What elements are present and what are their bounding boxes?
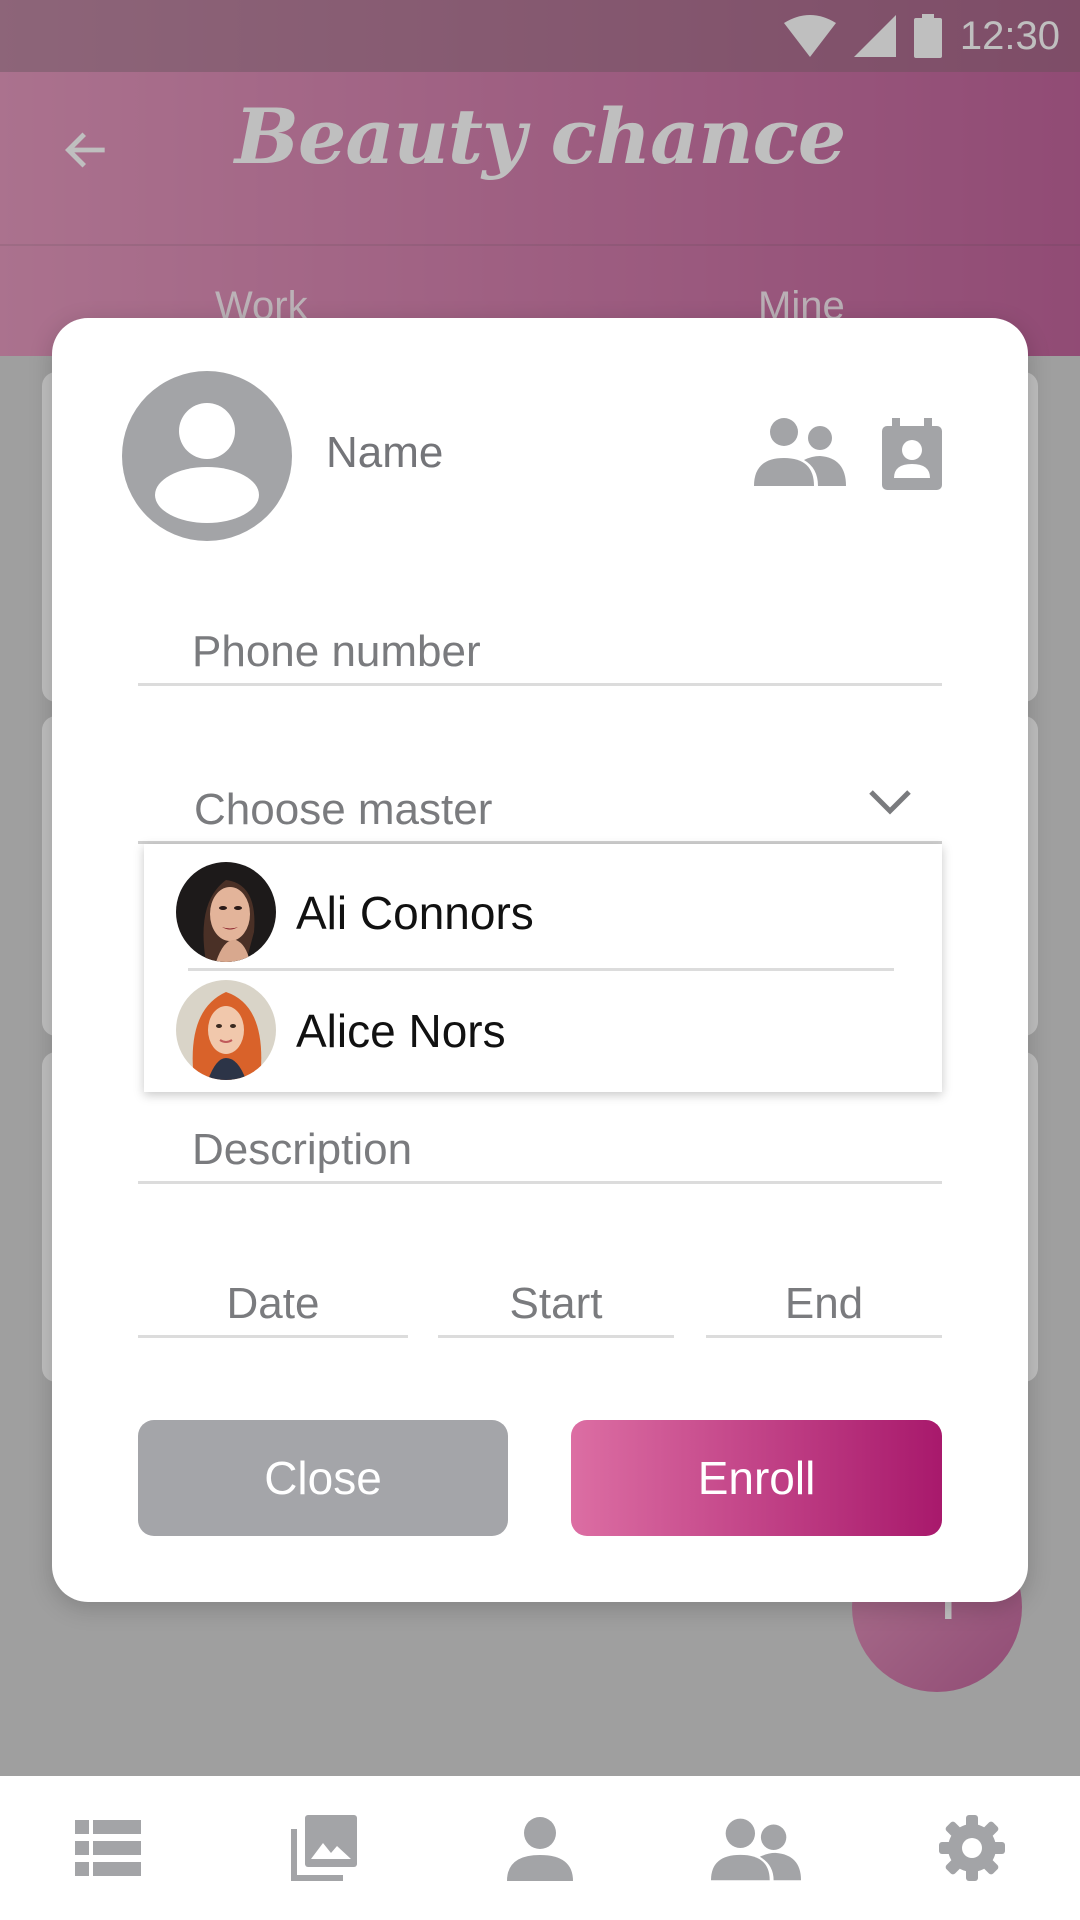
master-placeholder: Choose master <box>194 785 493 834</box>
master-option[interactable]: Alice Nors <box>144 968 942 1086</box>
description-field[interactable]: Description <box>138 1108 942 1184</box>
nav-settings[interactable] <box>927 1803 1017 1893</box>
master-option[interactable]: Ali Connors <box>144 850 942 968</box>
photo-library-icon <box>291 1815 357 1881</box>
portrait-photo <box>176 862 276 962</box>
portrait-photo <box>176 980 276 1080</box>
end-time-field[interactable]: End <box>706 1268 942 1338</box>
person-icon <box>507 1817 573 1881</box>
master-dropdown-menu: Ali Connors Alice Nors <box>144 844 942 1092</box>
choose-master-select[interactable]: Choose master <box>138 764 942 844</box>
nav-people[interactable] <box>711 1803 801 1893</box>
start-time-field[interactable]: Start <box>438 1268 674 1338</box>
close-button[interactable]: Close <box>138 1420 508 1536</box>
phone-field[interactable]: Phone number <box>138 614 942 686</box>
master-avatar <box>176 862 276 962</box>
contacts-icon[interactable] <box>752 418 848 488</box>
nav-list[interactable] <box>63 1803 153 1893</box>
settings-icon <box>939 1815 1005 1881</box>
account-circle-icon <box>155 403 259 523</box>
calendar-contact-icon[interactable] <box>882 418 942 490</box>
nav-gallery[interactable] <box>279 1803 369 1893</box>
date-field[interactable]: Date <box>138 1268 408 1338</box>
master-avatar <box>176 980 276 1080</box>
end-placeholder: End <box>784 1279 864 1328</box>
client-avatar[interactable] <box>122 371 292 541</box>
date-placeholder: Date <box>226 1279 320 1328</box>
people-icon <box>711 1818 801 1881</box>
name-field[interactable]: Name <box>326 428 443 478</box>
enroll-dialog: Name Phone number Choose master Ali Conn… <box>52 318 1028 1602</box>
start-placeholder: Start <box>509 1279 603 1328</box>
master-name: Ali Connors <box>296 887 534 939</box>
phone-placeholder: Phone number <box>192 627 481 676</box>
master-name: Alice Nors <box>296 1005 506 1057</box>
description-placeholder: Description <box>192 1125 413 1174</box>
bottom-navigation <box>0 1776 1080 1920</box>
chevron-down-icon <box>869 790 911 815</box>
list-icon <box>75 1820 141 1876</box>
nav-profile[interactable] <box>495 1803 585 1893</box>
enroll-button[interactable]: Enroll <box>571 1420 942 1536</box>
